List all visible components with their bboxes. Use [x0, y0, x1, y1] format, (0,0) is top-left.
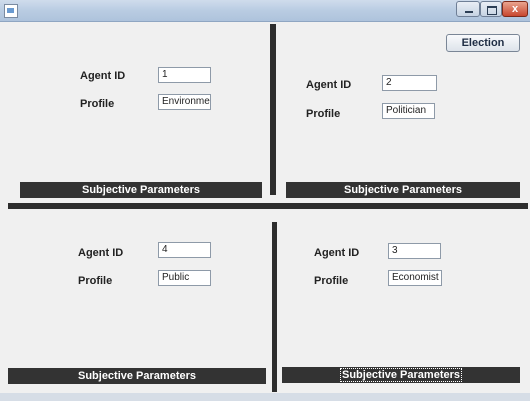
agent-id-label: Agent ID	[306, 79, 352, 91]
close-icon: x	[511, 3, 519, 15]
agent-id-field[interactable]: 3	[388, 243, 441, 259]
agent-id-label: Agent ID	[80, 70, 126, 82]
agent-id-field[interactable]: 4	[158, 242, 211, 258]
title-bar[interactable]: x	[0, 0, 530, 22]
vertical-divider-top[interactable]	[270, 24, 276, 195]
agent-panel-1: Agent ID 1 Profile Environmentalist Subj…	[8, 24, 268, 201]
subjective-parameters-label: Subjective Parameters	[77, 370, 196, 382]
agent-id-field[interactable]: 1	[158, 67, 211, 83]
subjective-parameters-button[interactable]: Subjective Parameters	[20, 182, 262, 198]
profile-field[interactable]: Environmentalist	[158, 94, 211, 110]
profile-field[interactable]: Economist	[388, 270, 442, 286]
profile-field[interactable]: Politician	[382, 103, 435, 119]
close-button[interactable]: x	[502, 1, 528, 17]
subjective-parameters-label: Subjective Parameters	[81, 184, 200, 196]
java-app-icon	[4, 4, 18, 18]
taskbar-strip	[0, 393, 530, 401]
maximize-button[interactable]	[480, 1, 502, 17]
profile-label: Profile	[78, 275, 113, 287]
agent-panel-3: Agent ID 3 Profile Economist Subjective …	[278, 222, 528, 392]
horizontal-divider[interactable]	[8, 203, 528, 209]
subjective-parameters-button[interactable]: Subjective Parameters	[282, 367, 520, 383]
profile-field[interactable]: Public	[158, 270, 211, 286]
profile-label: Profile	[314, 275, 349, 287]
subjective-parameters-label: Subjective Parameters	[339, 368, 463, 382]
election-button[interactable]: Election	[446, 34, 520, 52]
agent-id-field[interactable]: 2	[382, 75, 437, 91]
agent-id-label: Agent ID	[78, 247, 124, 259]
agent-id-label: Agent ID	[314, 247, 360, 259]
vertical-divider-bottom[interactable]	[272, 222, 277, 392]
subjective-parameters-label: Subjective Parameters	[343, 184, 462, 196]
profile-label: Profile	[306, 108, 341, 120]
agent-panel-4: Agent ID 4 Profile Public Subjective Par…	[8, 222, 270, 392]
subjective-parameters-button[interactable]: Subjective Parameters	[286, 182, 520, 198]
app-window: x Agent ID 1 Profile Environmentalist Su…	[0, 0, 530, 401]
profile-label: Profile	[80, 98, 115, 110]
subjective-parameters-button[interactable]: Subjective Parameters	[8, 368, 266, 384]
minimize-button[interactable]	[456, 1, 480, 17]
